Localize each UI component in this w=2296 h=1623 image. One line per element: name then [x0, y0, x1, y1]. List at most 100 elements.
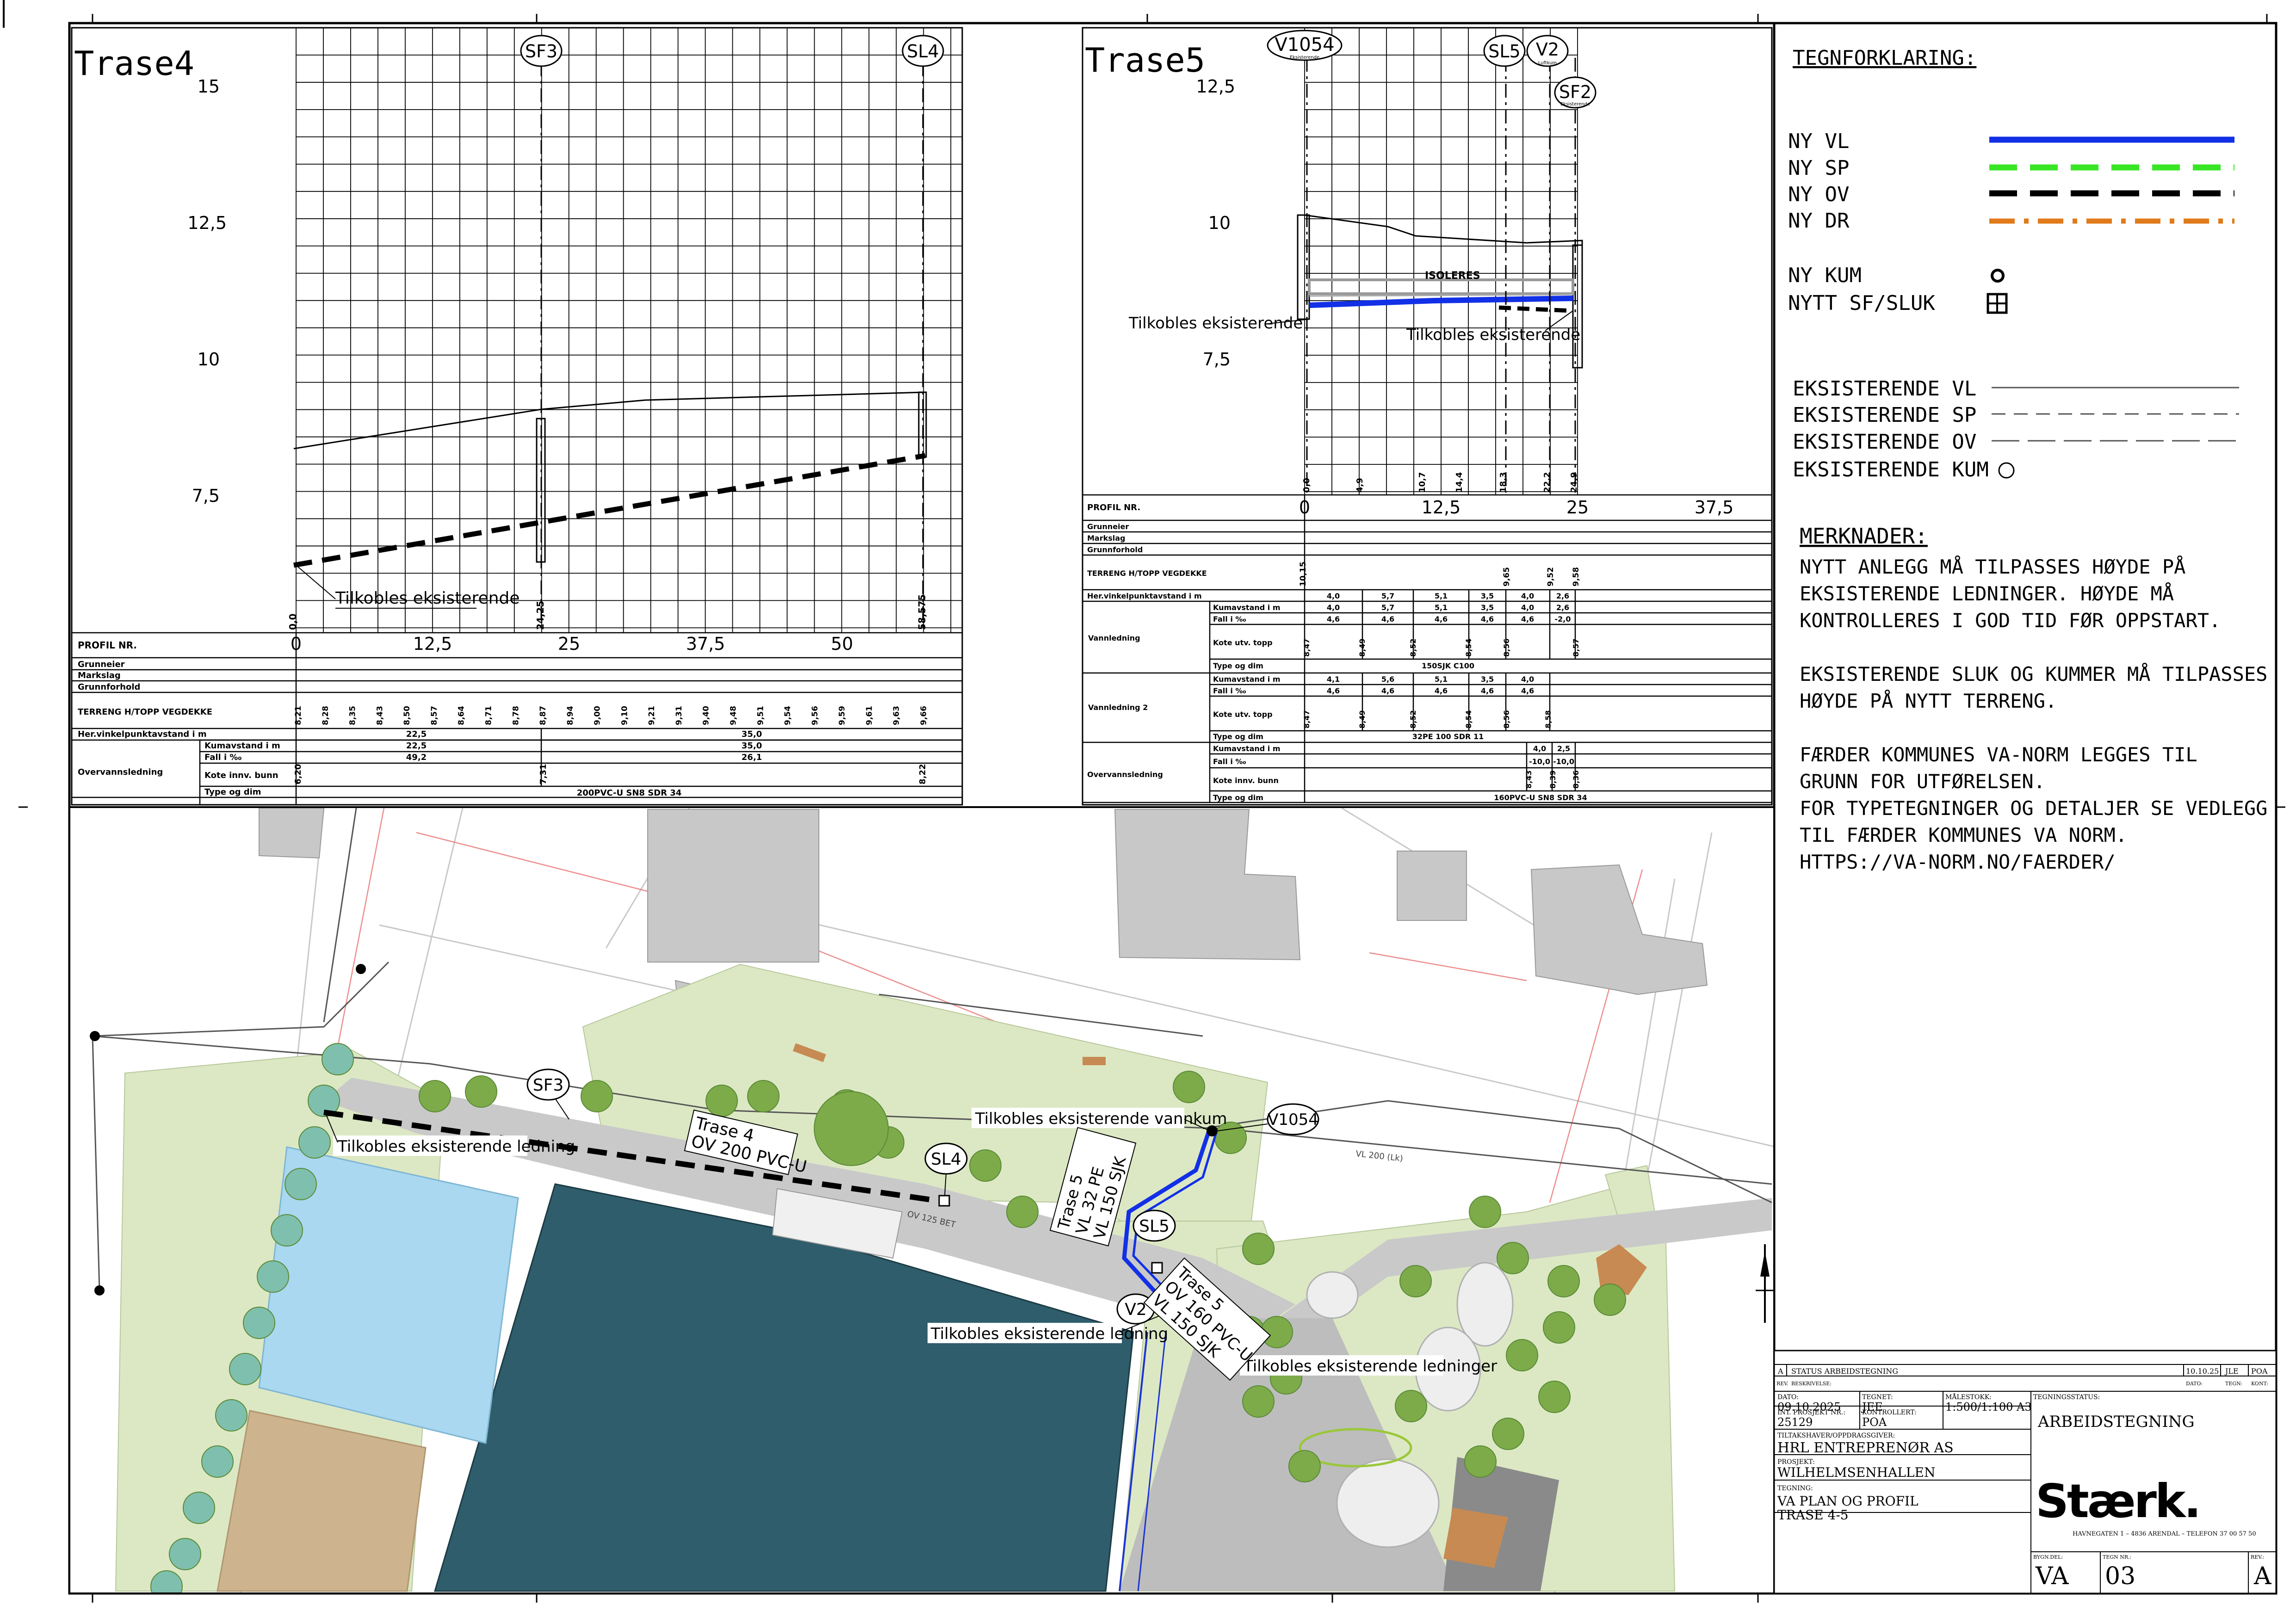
tb-rev-letter: A [1777, 1367, 1783, 1376]
tree-icon [969, 1149, 1002, 1182]
tb-fag: VA [2035, 1562, 2069, 1590]
profile4-ytick: 7,5 [192, 486, 220, 506]
tb-rev-ctrl: POA [2251, 1367, 2268, 1376]
profile4-kum-value: 22,5 [406, 741, 427, 751]
profile4-terrain-value: 9,51 [756, 706, 765, 725]
tree-icon [1242, 1385, 1275, 1418]
profile4-kote-value: 7,31 [538, 764, 548, 784]
profile4-terrain-value: 8,87 [538, 706, 548, 725]
profile5-row-hor: Her.vinkelpunktavstand i m [1087, 592, 1202, 600]
profile5-row-kote-inn: Kote innv. bunn [1213, 776, 1279, 785]
tree-icon [215, 1399, 248, 1432]
tb-tegning-line2: TRASE 4-5 [1777, 1507, 1849, 1523]
profile5-row-ov-group: Overvannsledning [1087, 770, 1163, 779]
profile5-hor_values-value: 4,0 [1521, 592, 1534, 600]
profile5-station: 10,7 [1417, 472, 1427, 493]
legend-eks-ov-label: EKSISTERENDE OV [1793, 430, 1976, 454]
profile5-vl_kote-value: 8,47 [1302, 639, 1311, 657]
profile5-vl_fall-value: 4,6 [1381, 615, 1394, 623]
profile4-xtick: 25 [558, 634, 580, 654]
plan-marker-sl4-label: SL4 [931, 1150, 961, 1169]
profile5-ov_kote-value: 8,39 [1548, 771, 1557, 789]
legend-ny-sp-label: NY SP [1788, 156, 1849, 180]
tb-tegnet-label: TEGNET: [1862, 1394, 1893, 1401]
legend-eks-kum-label: EKSISTERENDE KUM [1793, 458, 1989, 481]
profile5-vl_fall-value: -2,0 [1555, 615, 1571, 623]
profile4-row-markslag: Markslag [78, 671, 121, 680]
legend-title: TEGNFORKLARING: [1793, 46, 1976, 70]
profile5-ytick: 7,5 [1203, 349, 1231, 370]
profile4-marker-sl4-label: SL4 [907, 41, 939, 62]
profile5-ov_kum-value: 2,5 [1557, 744, 1570, 753]
profile5-xtick: 0 [1299, 497, 1310, 518]
plan-marker-sl5-label: SL5 [1139, 1217, 1170, 1236]
profile-trase5: Trase5 12,5 10 7,5 ISOLERES V1054 Eksist… [1082, 27, 1773, 806]
profile4-terrain-value: 8,94 [566, 706, 575, 725]
legend-ny-vl-label: NY VL [1788, 130, 1849, 153]
profile4-station: 58,575 [916, 594, 928, 630]
profile5-row-terreng: TERRENG H/TOPP VEGDEKKE [1087, 569, 1207, 578]
profile5-terrain-line [1304, 214, 1583, 250]
notes-line: HTTPS://VA-NORM.NO/FAERDER/ [1800, 851, 2116, 873]
tb-malestokk-label: MÅLESTOKK: [1945, 1393, 1992, 1401]
profile5-vl2_fall-value: 4,6 [1381, 686, 1394, 695]
profile4-fall-value: 26,1 [742, 753, 762, 762]
profile5-row-kum: Kumavstand i m [1213, 744, 1281, 753]
profile5-vl_kote-value: 8,54 [1464, 639, 1473, 657]
legend-eks-vl-label: EKSISTERENDE VL [1793, 377, 1976, 401]
profile5-row-type: Type og dim [1213, 661, 1263, 670]
tree-icon [419, 1080, 451, 1112]
tb-rev-date: 10.10.25 [2186, 1367, 2219, 1376]
profile5-vl2_kum-value: 4,1 [1327, 675, 1340, 684]
profile5-vl2_kote-value: 8,56 [1502, 710, 1511, 728]
notes-title: MERKNADER: [1800, 524, 1928, 549]
tree-icon [1538, 1381, 1571, 1413]
profile4-row-grunneier: Grunneier [78, 660, 125, 669]
profile5-table-lines [1083, 494, 1772, 803]
profile4-station: 0,0 [287, 614, 298, 630]
profile5-row-kum: Kumavstand i m [1213, 675, 1281, 684]
tb-tiltakshaver: HRL ENTREPRENØR AS [1777, 1440, 1954, 1456]
profile5-vl2_kote-value: 8,49 [1358, 710, 1367, 728]
profile5-ov_kum-value: 4,0 [1533, 744, 1546, 753]
profile5-marker-v1054-label: V1054 [1275, 34, 1334, 56]
profile4-kote-value: 8,22 [918, 764, 928, 784]
plan-sl5-well [1151, 1262, 1163, 1274]
profile5-row-profil: PROFIL NR. [1087, 503, 1140, 512]
profile4-terrain-value: 8,21 [294, 706, 303, 725]
profile5-station: 18,3 [1498, 472, 1508, 493]
profile5-station: 0,0 [1302, 478, 1312, 493]
tree-icon [1469, 1196, 1501, 1228]
tree-icon [1464, 1445, 1497, 1478]
profile5-marker-sl5-label: SL5 [1488, 41, 1520, 62]
tb-intprosj-label: INT. PROSJEKT NR.: [1777, 1409, 1845, 1416]
legend-eks-kum-icon [1998, 462, 2015, 479]
profile4-row-profil: PROFIL NR. [78, 640, 137, 651]
tree-icon [271, 1214, 303, 1247]
tb-rev-desc: STATUS ARBEIDSTEGNING [1791, 1367, 1898, 1376]
profile4-terrain-value: 9,10 [620, 706, 629, 725]
profile-trase4: Trase4 15 12,5 10 7,5 SF3 SL4 Tilkobles … [71, 27, 963, 806]
profile5-row-kote-utv: Kote utv. topp [1213, 638, 1273, 647]
tb-address: HAVNEGATEN 1 – 4836 ARENDAL – TELEFON 37… [2073, 1530, 2256, 1537]
profile5-vl-type: 150SJK C100 [1422, 661, 1474, 670]
tree-icon [465, 1075, 497, 1108]
profile5-row-kote-utv: Kote utv. topp [1213, 710, 1273, 719]
notes-line: EKSISTERENDE SLUK OG KUMMER MÅ TILPASSES [1800, 662, 2267, 685]
tb-tiltak-label: TILTAKSHAVER/OPPDRAGSGIVER: [1777, 1432, 1895, 1439]
tree-icon [1395, 1390, 1427, 1422]
tb-hdr-rev: REV. [1776, 1381, 1789, 1387]
profile5-ov-type: 160PVC-U SN8 SDR 34 [1494, 793, 1587, 802]
profile4-ov-pipe [293, 453, 926, 568]
profile5-vl_kote-value: 8,52 [1409, 639, 1417, 657]
profile5-hor_values-value: 5,7 [1381, 592, 1394, 600]
profile4-terrain-value: 9,21 [647, 706, 656, 725]
notes-line: GRUNN FOR UTFØRELSEN. [1800, 770, 2045, 793]
tree-icon [1006, 1196, 1039, 1228]
profile4-ytick: 12,5 [187, 213, 227, 233]
plan-label-tilk-ledning-mid: Tilkobles eksisterende ledning [930, 1325, 1168, 1343]
tree-icon [1594, 1284, 1626, 1316]
profile4-row-type: Type og dim [204, 787, 261, 797]
profile5-terrain-value: 10,15 [1299, 562, 1308, 586]
tb-hdr-tegn: TEGN: [2225, 1381, 2242, 1387]
